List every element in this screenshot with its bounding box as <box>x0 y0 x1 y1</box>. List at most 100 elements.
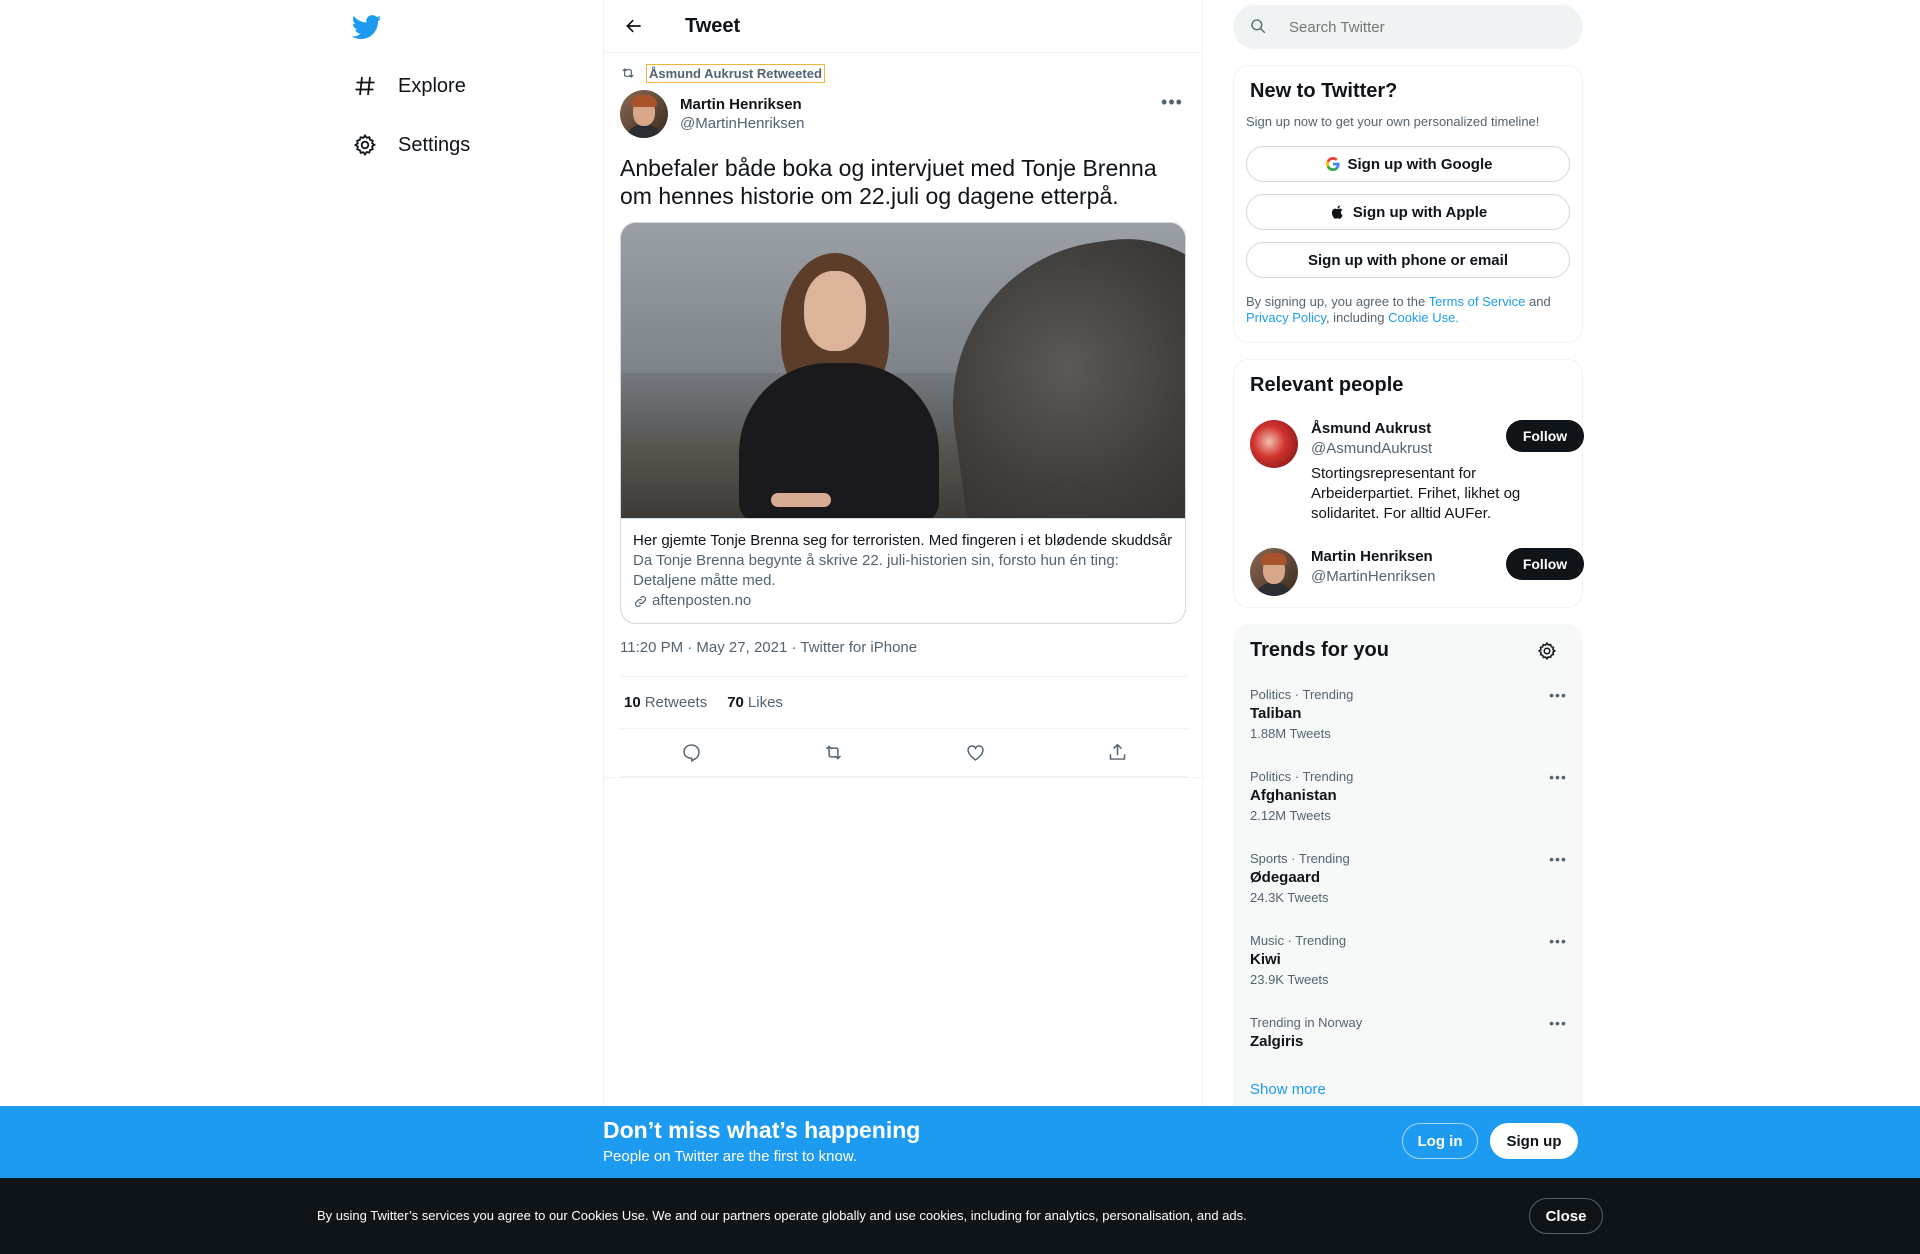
login-button[interactable]: Log in <box>1402 1123 1478 1159</box>
trend-meta: Music · Trending <box>1250 933 1347 948</box>
trend-item[interactable]: Politics · Trending Taliban 1.88M Tweets… <box>1250 687 1574 769</box>
show-more-link[interactable]: Show more <box>1250 1081 1326 1098</box>
retweet-context: Åsmund Aukrust Retweeted <box>620 64 825 83</box>
retweets-count: 10 <box>624 694 641 711</box>
google-icon <box>1324 155 1342 173</box>
signup-phone-label: Sign up with phone or email <box>1307 251 1508 269</box>
search-input[interactable] <box>1289 18 1549 36</box>
nav-item-settings[interactable]: Settings <box>352 125 470 165</box>
link-icon <box>633 594 648 609</box>
signup-google-button[interactable]: Sign up with Google <box>1246 146 1570 182</box>
person-name[interactable]: Martin Henriksen <box>1311 548 1433 565</box>
gear-icon <box>352 132 378 158</box>
author-handle[interactable]: @MartinHenriksen <box>680 115 804 132</box>
nav-explore-label: Explore <box>398 74 466 97</box>
tweet-author[interactable]: Martin Henriksen @MartinHenriksen <box>620 90 804 138</box>
trend-item[interactable]: Trending in Norway Zalgiris ••• <box>1250 1015 1574 1065</box>
twitter-bird-icon[interactable] <box>351 12 384 44</box>
cookie-use-link[interactable]: Cookie Use. <box>1388 310 1459 325</box>
likes-stat[interactable]: 70 Likes <box>727 694 783 711</box>
more-options-icon[interactable]: ••• <box>1157 92 1187 112</box>
person-name[interactable]: Åsmund Aukrust <box>1311 420 1431 437</box>
person-handle[interactable]: @MartinHenriksen <box>1311 568 1435 585</box>
tweet-actions <box>620 729 1188 777</box>
gear-icon[interactable] <box>1537 641 1559 663</box>
trend-count: 23.9K Tweets <box>1250 972 1329 987</box>
avatar[interactable] <box>1250 548 1298 596</box>
card-domain: aftenposten.no <box>633 591 1173 611</box>
tweet-header: Tweet <box>604 0 1202 53</box>
trend-name: Zalgiris <box>1250 1033 1304 1050</box>
person-handle[interactable]: @AsmundAukrust <box>1311 440 1432 457</box>
signup-apple-label: Sign up with Apple <box>1352 203 1488 221</box>
reply-icon[interactable] <box>674 736 708 770</box>
follow-button[interactable]: Follow <box>1506 420 1584 452</box>
link-card[interactable]: Her gjemte Tonje Brenna seg for terroris… <box>620 222 1186 624</box>
divider <box>604 777 1204 778</box>
legal-text-and: and <box>1525 294 1551 309</box>
signup-banner: Don’t miss what’s happening People on Tw… <box>0 1106 1920 1178</box>
trend-meta: Trending in Norway <box>1250 1015 1363 1030</box>
trend-count: 24.3K Tweets <box>1250 890 1329 905</box>
trend-name: Afghanistan <box>1250 787 1337 804</box>
trend-meta: Sports · Trending <box>1250 851 1350 866</box>
more-options-icon[interactable]: ••• <box>1546 687 1570 703</box>
avatar[interactable] <box>620 90 668 138</box>
more-options-icon[interactable]: ••• <box>1546 1015 1570 1031</box>
privacy-link[interactable]: Privacy Policy <box>1246 310 1326 325</box>
legal-text: By signing up, you agree to the <box>1246 294 1429 309</box>
retweets-stat[interactable]: 10 Retweets <box>624 694 707 711</box>
search-box[interactable] <box>1233 5 1583 49</box>
signup-google-label: Sign up with Google <box>1347 155 1493 173</box>
trend-item[interactable]: Music · Trending Kiwi 23.9K Tweets ••• <box>1250 933 1574 1015</box>
trend-name: Kiwi <box>1250 951 1281 968</box>
person-item[interactable]: Åsmund Aukrust @AsmundAukrust Stortingsr… <box>1250 420 1584 530</box>
trends-panel: Trends for you Politics · Trending Talib… <box>1233 624 1583 1124</box>
cookie-text: By using Twitter’s services you agree to… <box>317 1208 1247 1223</box>
signup-title: New to Twitter? <box>1250 80 1398 102</box>
likes-label: Likes <box>747 694 783 711</box>
tweet-timestamp[interactable]: 11:20 PM · May 27, 2021 · Twitter for iP… <box>620 639 917 656</box>
card-image[interactable] <box>621 223 1185 519</box>
trend-count: 1.88M Tweets <box>1250 726 1331 741</box>
card-title: Her gjemte Tonje Brenna seg for terroris… <box>633 532 1173 549</box>
share-icon[interactable] <box>1100 736 1134 770</box>
legal-text-including: , including <box>1325 310 1389 325</box>
trend-item[interactable]: Sports · Trending Ødegaard 24.3K Tweets … <box>1250 851 1574 933</box>
signup-apple-button[interactable]: Sign up with Apple <box>1246 194 1570 230</box>
terms-link[interactable]: Terms of Service <box>1429 294 1526 309</box>
signup-phone-button[interactable]: Sign up with phone or email <box>1246 242 1570 278</box>
author-name[interactable]: Martin Henriksen <box>680 96 804 113</box>
retweet-icon <box>620 65 638 83</box>
back-arrow-icon[interactable] <box>616 8 652 44</box>
page-title: Tweet <box>685 14 741 37</box>
trend-name: Ødegaard <box>1250 869 1321 886</box>
hashtag-icon <box>352 73 378 99</box>
person-item[interactable]: Martin Henriksen @MartinHenriksen Follow <box>1250 548 1584 598</box>
relevant-people-title: Relevant people <box>1250 374 1404 396</box>
retweeted-by-link[interactable]: Åsmund Aukrust Retweeted <box>646 64 825 83</box>
retweet-button-icon[interactable] <box>816 736 850 770</box>
avatar[interactable] <box>1250 420 1298 468</box>
like-heart-icon[interactable] <box>958 736 992 770</box>
banner-subtitle: People on Twitter are the first to know. <box>603 1148 858 1165</box>
trend-name: Taliban <box>1250 705 1302 722</box>
trends-title: Trends for you <box>1250 639 1389 661</box>
follow-button[interactable]: Follow <box>1506 548 1584 580</box>
more-options-icon[interactable]: ••• <box>1546 851 1570 867</box>
trend-item[interactable]: Politics · Trending Afghanistan 2.12M Tw… <box>1250 769 1574 851</box>
tweet-column: Tweet Åsmund Aukrust Retweeted Martin He… <box>603 0 1204 1254</box>
signup-legal: By signing up, you agree to the Terms of… <box>1246 294 1576 326</box>
card-domain-text: aftenposten.no <box>652 592 752 609</box>
nav-item-explore[interactable]: Explore <box>352 66 466 106</box>
tweet-stats: 10 Retweets 70 Likes <box>620 676 1188 729</box>
apple-icon <box>1329 203 1347 221</box>
signup-subtitle: Sign up now to get your own personalized… <box>1246 114 1540 129</box>
banner-heading: Don’t miss what’s happening <box>603 1117 921 1143</box>
more-options-icon[interactable]: ••• <box>1546 933 1570 949</box>
person-bio: Stortingsrepresentant for Arbeiderpartie… <box>1311 465 1521 522</box>
signup-panel: New to Twitter? Sign up now to get your … <box>1233 65 1583 343</box>
more-options-icon[interactable]: ••• <box>1546 769 1570 785</box>
signup-button[interactable]: Sign up <box>1490 1123 1578 1159</box>
close-button[interactable]: Close <box>1529 1198 1603 1234</box>
